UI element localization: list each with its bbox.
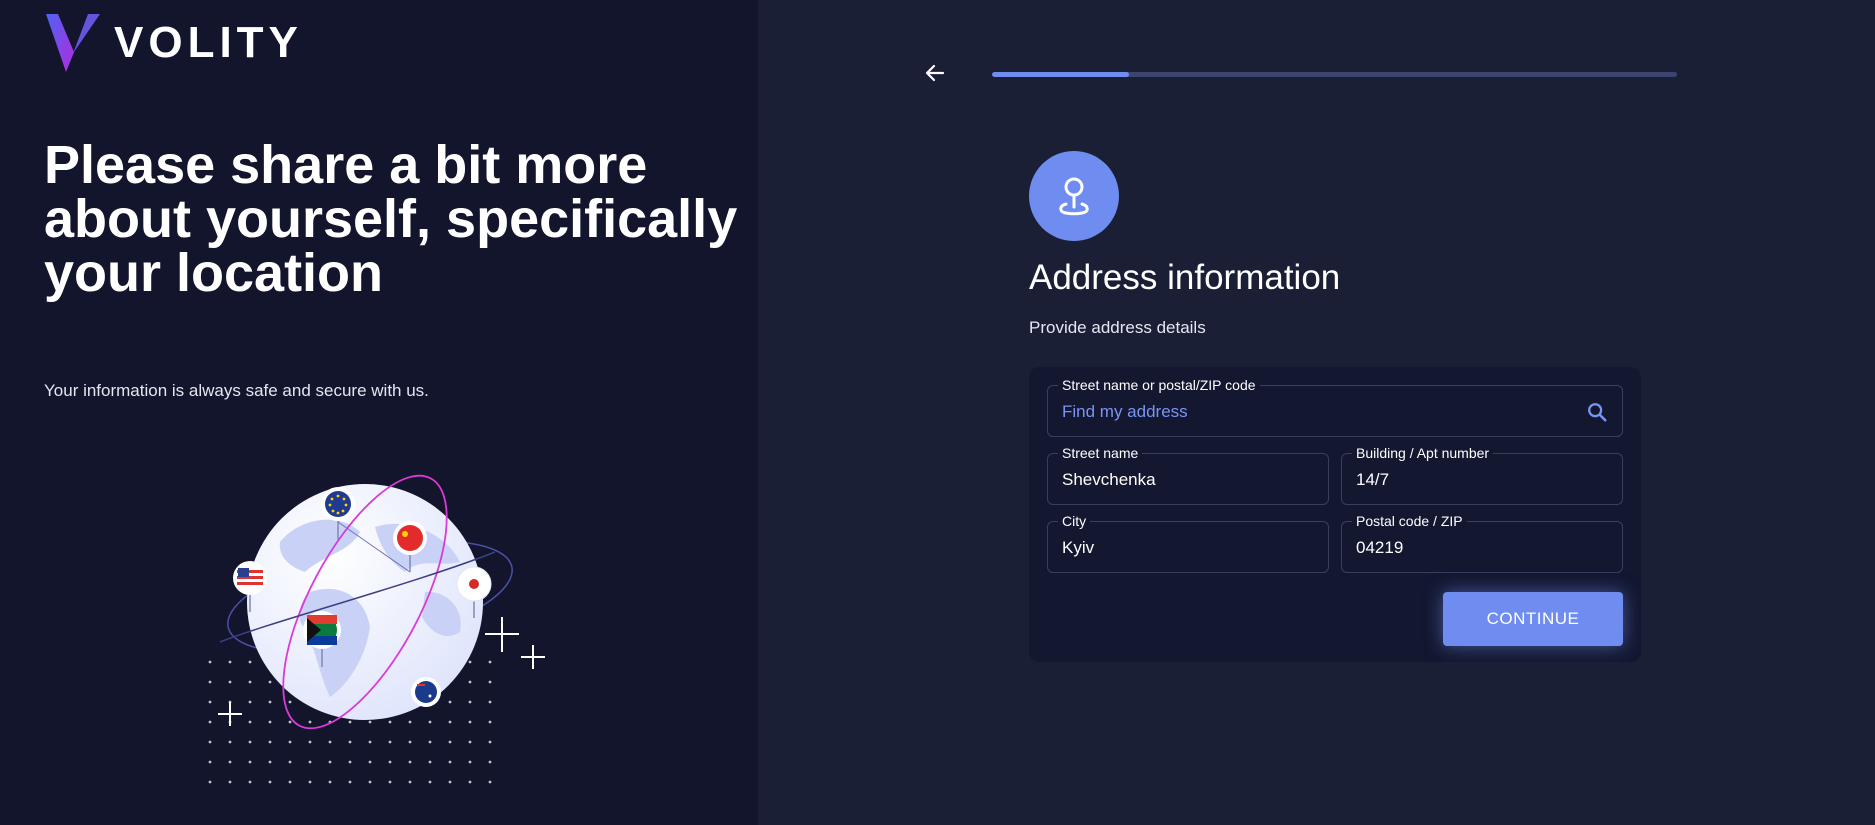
- progress-bar-fill: [992, 72, 1129, 77]
- brand-name: VOLITY: [114, 18, 303, 67]
- volity-logo-icon: [46, 14, 100, 72]
- arrow-left-icon: [925, 64, 945, 82]
- continue-button[interactable]: CONTINUE: [1443, 592, 1623, 646]
- building-number-input[interactable]: [1356, 470, 1576, 490]
- flag-pin-australia-icon: [411, 677, 441, 707]
- left-panel: VOLITY Please share a bit more about you…: [0, 0, 758, 825]
- address-search-field[interactable]: Street name or postal/ZIP code: [1047, 377, 1623, 437]
- location-pin-icon: [1059, 177, 1089, 216]
- hero-title: Please share a bit more about yourself, …: [44, 135, 738, 303]
- progress-bar: [992, 72, 1677, 77]
- section-subtitle: Provide address details: [1029, 318, 1206, 337]
- street-name-field[interactable]: Street name: [1047, 445, 1329, 505]
- postal-code-field[interactable]: Postal code / ZIP: [1341, 513, 1623, 573]
- globe-illustration: [208, 474, 545, 784]
- city-label: City: [1058, 513, 1091, 529]
- street-name-input[interactable]: [1062, 470, 1282, 490]
- brand-logo[interactable]: VOLITY: [44, 12, 303, 74]
- search-icon[interactable]: [1586, 401, 1608, 423]
- postal-code-input[interactable]: [1356, 538, 1576, 558]
- building-number-label: Building / Apt number: [1352, 445, 1494, 461]
- address-search-label: Street name or postal/ZIP code: [1058, 377, 1260, 393]
- street-name-label: Street name: [1058, 445, 1143, 461]
- postal-code-label: Postal code / ZIP: [1352, 513, 1467, 529]
- address-search-input[interactable]: [1062, 402, 1576, 422]
- back-button[interactable]: [920, 58, 950, 88]
- building-number-field[interactable]: Building / Apt number: [1341, 445, 1623, 505]
- section-icon: [1029, 151, 1119, 241]
- city-input[interactable]: [1062, 538, 1282, 558]
- hero-subtitle: Your information is always safe and secu…: [44, 381, 429, 400]
- section-title: Address information: [1029, 258, 1341, 297]
- city-field[interactable]: City: [1047, 513, 1329, 573]
